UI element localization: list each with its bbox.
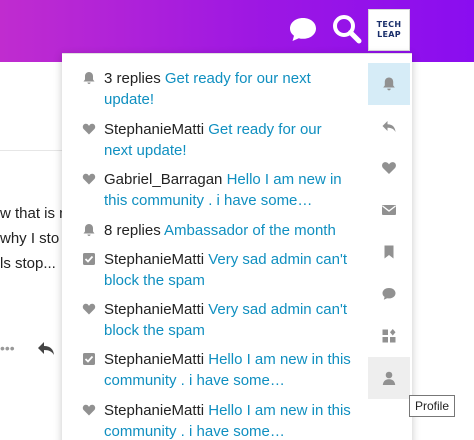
tab-notifications[interactable] [368, 63, 410, 105]
notification-item[interactable]: StephanieMatti Very sad admin can't bloc… [82, 249, 354, 291]
notification-user: Gabriel_Barragan [104, 171, 223, 188]
envelope-icon [382, 205, 396, 215]
notification-item[interactable]: StephanieMatti Get ready for our next up… [82, 119, 354, 161]
search-icon[interactable] [330, 12, 364, 46]
badge-icon [382, 329, 396, 343]
post-text-line: why I sto [0, 230, 60, 247]
post-text-line: w that is n [0, 205, 66, 222]
logo-text-line1: TECH [376, 20, 402, 29]
chat-bubble-icon[interactable] [286, 12, 320, 46]
reply-icon[interactable] [36, 338, 56, 358]
post-divider [0, 150, 70, 151]
tab-likes[interactable] [368, 147, 410, 189]
heart-icon [82, 172, 96, 186]
user-menu-tabs [368, 63, 410, 399]
notification-text: StephanieMatti Very sad admin can't bloc… [104, 249, 354, 291]
bell-icon [82, 71, 96, 85]
bell-icon [82, 223, 96, 237]
notification-item[interactable]: StephanieMatti Hello I am new in this co… [82, 349, 354, 391]
post-more-icon[interactable]: ••• [0, 340, 15, 356]
notification-item[interactable]: 3 replies Get ready for our next update! [82, 68, 354, 110]
tab-chat[interactable] [368, 273, 410, 315]
notification-user: StephanieMatti [104, 351, 205, 368]
tab-bookmarks[interactable] [368, 231, 410, 273]
notification-text: StephanieMatti Get ready for our next up… [104, 119, 354, 161]
notification-text: StephanieMatti Very sad admin can't bloc… [104, 299, 354, 341]
reply-icon [382, 121, 396, 132]
checkbox-icon [82, 352, 96, 366]
notification-text: StephanieMatti Hello I am new in this co… [104, 400, 354, 440]
checkbox-icon [82, 252, 96, 266]
notification-text: Gabriel_Barragan Hello I am new in this … [104, 169, 354, 211]
notification-text: 3 replies Get ready for our next update! [104, 68, 354, 110]
notification-user: 3 replies [104, 70, 161, 87]
post-text-line: ls stop... [0, 255, 56, 272]
notification-item[interactable]: 8 replies Ambassador of the month [82, 220, 354, 241]
notification-user: StephanieMatti [104, 121, 205, 138]
chat-bubble-icon [382, 288, 396, 300]
notification-item[interactable]: StephanieMatti Hello I am new in this co… [82, 400, 354, 440]
logo-text-line2: LEAP [377, 30, 401, 39]
bookmark-icon [384, 245, 394, 259]
user-icon [382, 371, 396, 385]
notification-user: 8 replies [104, 222, 161, 239]
tab-badges[interactable] [368, 315, 410, 357]
profile-tooltip: Profile [409, 395, 455, 417]
notification-text: StephanieMatti Hello I am new in this co… [104, 349, 354, 391]
heart-icon [382, 162, 396, 174]
heart-icon [82, 302, 96, 316]
tab-profile[interactable] [368, 357, 410, 399]
notification-item[interactable]: StephanieMatti Very sad admin can't bloc… [82, 299, 354, 341]
heart-icon [82, 403, 96, 417]
notification-text: 8 replies Ambassador of the month [104, 220, 336, 241]
notification-item[interactable]: Gabriel_Barragan Hello I am new in this … [82, 169, 354, 211]
tab-messages[interactable] [368, 189, 410, 231]
notification-user: StephanieMatti [104, 251, 205, 268]
heart-icon [82, 122, 96, 136]
notification-user: StephanieMatti [104, 301, 205, 318]
bell-icon [383, 77, 395, 91]
notification-user: StephanieMatti [104, 402, 205, 419]
site-logo[interactable]: TECH LEAP [368, 9, 410, 51]
notification-title-link[interactable]: Ambassador of the month [164, 222, 336, 239]
tab-replies[interactable] [368, 105, 410, 147]
